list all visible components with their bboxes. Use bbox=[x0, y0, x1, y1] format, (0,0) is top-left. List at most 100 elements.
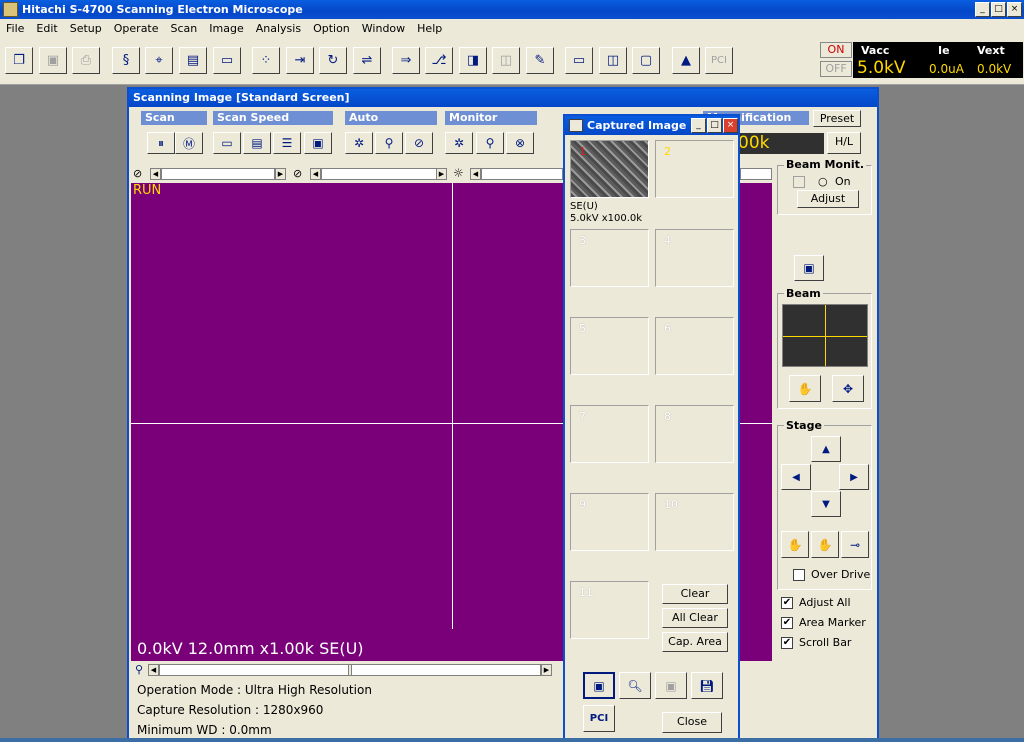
contrast-slider[interactable] bbox=[740, 168, 772, 180]
slider-right-arrow[interactable]: ▶ bbox=[275, 168, 286, 180]
slider-left-arrow-3[interactable]: ◀ bbox=[470, 168, 481, 180]
color-map-icon[interactable]: ◨ bbox=[459, 47, 487, 74]
capture-slot-5[interactable]: 5 bbox=[570, 317, 649, 375]
hv-off-button[interactable]: OFF bbox=[820, 61, 852, 77]
edit-image-icon[interactable]: ✎ bbox=[526, 47, 554, 74]
stage-right-icon[interactable]: ▶ bbox=[839, 464, 869, 490]
menu-option[interactable]: Option bbox=[307, 22, 356, 35]
menu-help[interactable]: Help bbox=[411, 22, 448, 35]
capture-slot-9[interactable]: 9 bbox=[570, 493, 649, 551]
counter-icon[interactable]: ▭ bbox=[213, 47, 241, 74]
beam-move-icon[interactable]: ✥ bbox=[832, 375, 864, 402]
photo-disabled-icon[interactable]: ▣ bbox=[655, 672, 687, 699]
adjust-all-checkbox[interactable]: ✔ bbox=[781, 597, 793, 609]
monitor-focus-icon[interactable]: ⚲ bbox=[476, 132, 504, 154]
stage-up-icon[interactable]: ▲ bbox=[811, 436, 841, 462]
monitor-stigma-icon[interactable]: ⊗ bbox=[506, 132, 534, 154]
area-marker-checkbox[interactable]: ✔ bbox=[781, 617, 793, 629]
speed-tv-icon[interactable]: ▤ bbox=[243, 132, 271, 154]
capture-icon[interactable]: ▤ bbox=[179, 47, 207, 74]
stigma-x-slider[interactable] bbox=[161, 168, 275, 180]
layout-single-icon[interactable]: ▭ bbox=[565, 47, 593, 74]
signal-icon[interactable]: ⇒ bbox=[392, 47, 420, 74]
slider-left-arrow[interactable]: ◀ bbox=[150, 168, 161, 180]
print-icon[interactable]: ⎙ bbox=[72, 47, 100, 74]
beam-align-icon[interactable]: § bbox=[112, 47, 140, 74]
capture-slot-1[interactable]: 1 bbox=[570, 140, 649, 198]
monitor-brightness-icon[interactable]: ✲ bbox=[445, 132, 473, 154]
all-clear-button[interactable]: All Clear bbox=[662, 608, 728, 628]
menu-image[interactable]: Image bbox=[203, 22, 249, 35]
menu-setup[interactable]: Setup bbox=[64, 22, 108, 35]
beam-mouse-icon[interactable]: ✋ bbox=[789, 375, 821, 402]
rotate-icon[interactable]: ↻ bbox=[319, 47, 347, 74]
tilt-icon[interactable]: ⇌ bbox=[353, 47, 381, 74]
capture-slot-6[interactable]: 6 bbox=[655, 317, 734, 375]
capture-slot-7[interactable]: 7 bbox=[570, 405, 649, 463]
capture-slot-10[interactable]: 10 bbox=[655, 493, 734, 551]
hscroll-left[interactable]: ◀ bbox=[148, 664, 159, 676]
hscroll-right[interactable]: ▶ bbox=[541, 664, 552, 676]
menu-window[interactable]: Window bbox=[356, 22, 411, 35]
clear-button[interactable]: Clear bbox=[662, 584, 728, 604]
pci-icon[interactable]: PCI bbox=[705, 47, 733, 74]
slider-left-arrow-2[interactable]: ◀ bbox=[310, 168, 321, 180]
zoom-view-icon[interactable]: 🔍︎ bbox=[619, 672, 651, 699]
cap-area-button[interactable]: Cap. Area bbox=[662, 632, 728, 652]
stage-tilt-icon[interactable]: ⊸ bbox=[841, 531, 869, 558]
split-icon[interactable]: ◫ bbox=[492, 47, 520, 74]
histogram-icon[interactable]: ▲ bbox=[672, 47, 700, 74]
adjust-button[interactable]: Adjust bbox=[797, 190, 859, 208]
stage-icon[interactable]: ⇥ bbox=[286, 47, 314, 74]
pause-icon[interactable]: ⏸ bbox=[147, 132, 175, 154]
stage-mouse-icon[interactable]: ✋ bbox=[781, 531, 809, 558]
beam-position-view[interactable] bbox=[782, 304, 868, 367]
over-drive-checkbox[interactable] bbox=[793, 569, 805, 581]
beam-monit-checkbox[interactable] bbox=[793, 176, 805, 188]
auto-brightness-icon[interactable]: ✲ bbox=[345, 132, 373, 154]
slider-right-arrow-2[interactable]: ▶ bbox=[436, 168, 447, 180]
brightness-slider[interactable] bbox=[481, 168, 563, 180]
stage-down-icon[interactable]: ▼ bbox=[811, 491, 841, 517]
capture-slot-11[interactable]: 11 bbox=[570, 581, 649, 639]
captured-minimize-button[interactable]: _ bbox=[691, 118, 706, 133]
menu-scan[interactable]: Scan bbox=[165, 22, 204, 35]
captured-maximize-button[interactable]: □ bbox=[707, 118, 722, 133]
close-button[interactable]: × bbox=[1007, 2, 1022, 17]
hv-on-button[interactable]: ON bbox=[820, 42, 852, 58]
save-icon[interactable]: ▣ bbox=[39, 47, 67, 74]
layout-full-icon[interactable]: ▢ bbox=[632, 47, 660, 74]
menu-operate[interactable]: Operate bbox=[108, 22, 165, 35]
capture-slot-2[interactable]: 2 bbox=[655, 140, 734, 198]
focus-slider[interactable] bbox=[321, 168, 446, 180]
photo-icon[interactable]: ▣ bbox=[794, 255, 824, 281]
menu-edit[interactable]: Edit bbox=[30, 22, 63, 35]
scroll-bar-checkbox[interactable]: ✔ bbox=[781, 637, 793, 649]
capture-slot-4[interactable]: 4 bbox=[655, 229, 734, 287]
maximize-button[interactable]: □ bbox=[991, 2, 1006, 17]
stage-mouse-plus-icon[interactable]: ✋ bbox=[811, 531, 839, 558]
captured-close-button[interactable]: × bbox=[723, 118, 738, 133]
speed-fast-icon[interactable]: ▭ bbox=[213, 132, 241, 154]
auto-focus-icon[interactable]: ⚲ bbox=[375, 132, 403, 154]
memory-icon[interactable]: Ⓜ bbox=[175, 132, 203, 154]
stage-left-icon[interactable]: ◀ bbox=[781, 464, 811, 490]
capture-slot-3[interactable]: 3 bbox=[570, 229, 649, 287]
capture-slot-8[interactable]: 8 bbox=[655, 405, 734, 463]
speed-slow-icon[interactable]: ☰ bbox=[273, 132, 301, 154]
beam-monit-radio[interactable]: ○ bbox=[818, 175, 828, 188]
captured-close-btn[interactable]: Close bbox=[662, 712, 722, 733]
capture-icon-selected[interactable]: ▣ bbox=[583, 672, 615, 699]
detector-icon[interactable]: ⎇ bbox=[425, 47, 453, 74]
preset-button[interactable]: Preset bbox=[813, 110, 861, 127]
layout-dual-icon[interactable]: ◫ bbox=[599, 47, 627, 74]
hscroll-thumb[interactable] bbox=[348, 664, 352, 676]
crosshair-icon[interactable]: ⌖ bbox=[145, 47, 173, 74]
pci-export-icon[interactable]: PCI bbox=[583, 705, 615, 732]
windows-icon[interactable]: ❐ bbox=[5, 47, 33, 74]
menu-analysis[interactable]: Analysis bbox=[250, 22, 307, 35]
minimize-button[interactable]: _ bbox=[975, 2, 990, 17]
save-disk-icon[interactable]: 💾︎ bbox=[691, 672, 723, 699]
scan-image-area[interactable]: RUN 0.0kV 12.0mm x1.00k SE(U) bbox=[131, 183, 563, 661]
hl-button[interactable]: H/L bbox=[827, 132, 861, 154]
